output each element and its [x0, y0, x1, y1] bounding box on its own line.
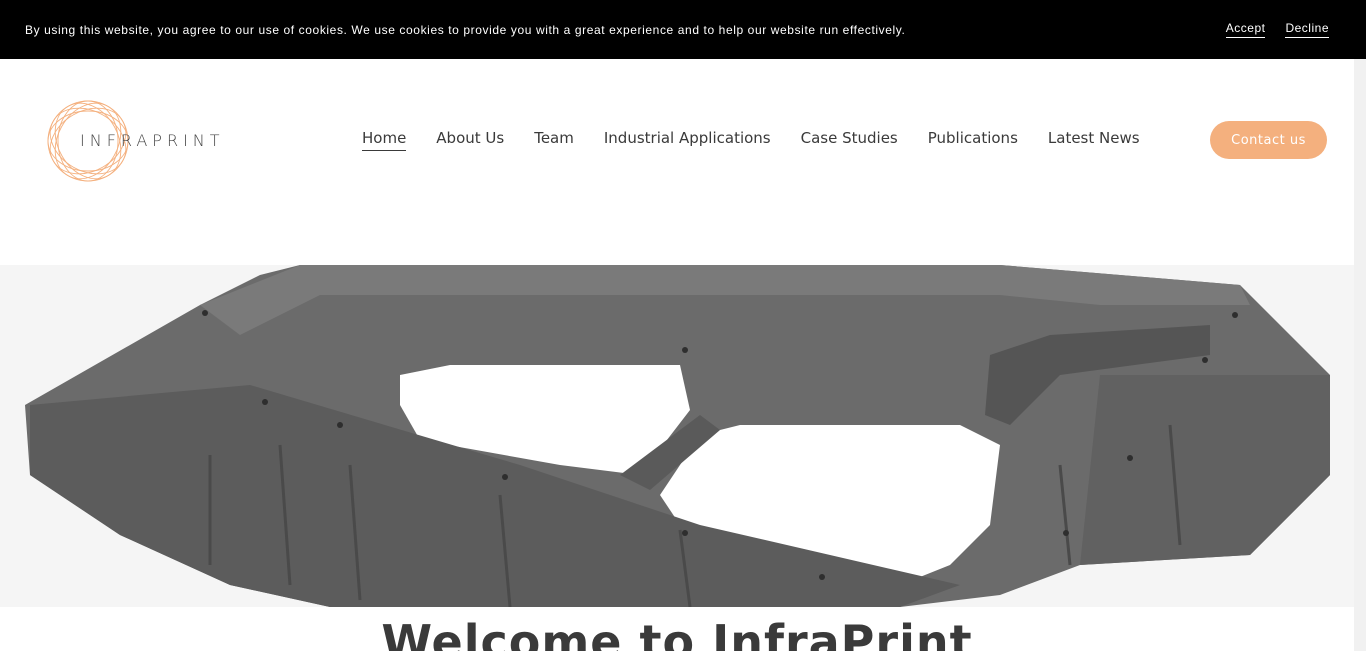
cookie-actions: Accept Decline [1225, 21, 1329, 38]
cookie-decline-link[interactable]: Decline [1285, 21, 1329, 38]
nav-home[interactable]: Home [362, 129, 407, 151]
logo-text: INFRAPRINT [80, 131, 225, 150]
nav-about-us[interactable]: About Us [436, 129, 504, 151]
cookie-banner: By using this website, you agree to our … [0, 0, 1366, 59]
nav-industrial-applications[interactable]: Industrial Applications [604, 129, 771, 151]
site-header: INFRAPRINT Home About Us Team Industrial… [0, 59, 1366, 265]
contact-us-button[interactable]: Contact us [1210, 121, 1327, 159]
page-scrollbar[interactable] [1354, 59, 1366, 651]
hero-3d-printed-part-image [0, 265, 1354, 607]
nav-latest-news[interactable]: Latest News [1048, 129, 1140, 151]
main-nav: Home About Us Team Industrial Applicatio… [362, 129, 1140, 151]
welcome-heading: Welcome to InfraPrint [381, 615, 973, 651]
nav-publications[interactable]: Publications [928, 129, 1018, 151]
site-logo[interactable]: INFRAPRINT [44, 97, 254, 185]
nav-case-studies[interactable]: Case Studies [801, 129, 898, 151]
cookie-accept-link[interactable]: Accept [1225, 21, 1266, 38]
hero-image [0, 265, 1354, 607]
nav-team[interactable]: Team [534, 129, 574, 151]
cookie-banner-text: By using this website, you agree to our … [25, 22, 906, 37]
